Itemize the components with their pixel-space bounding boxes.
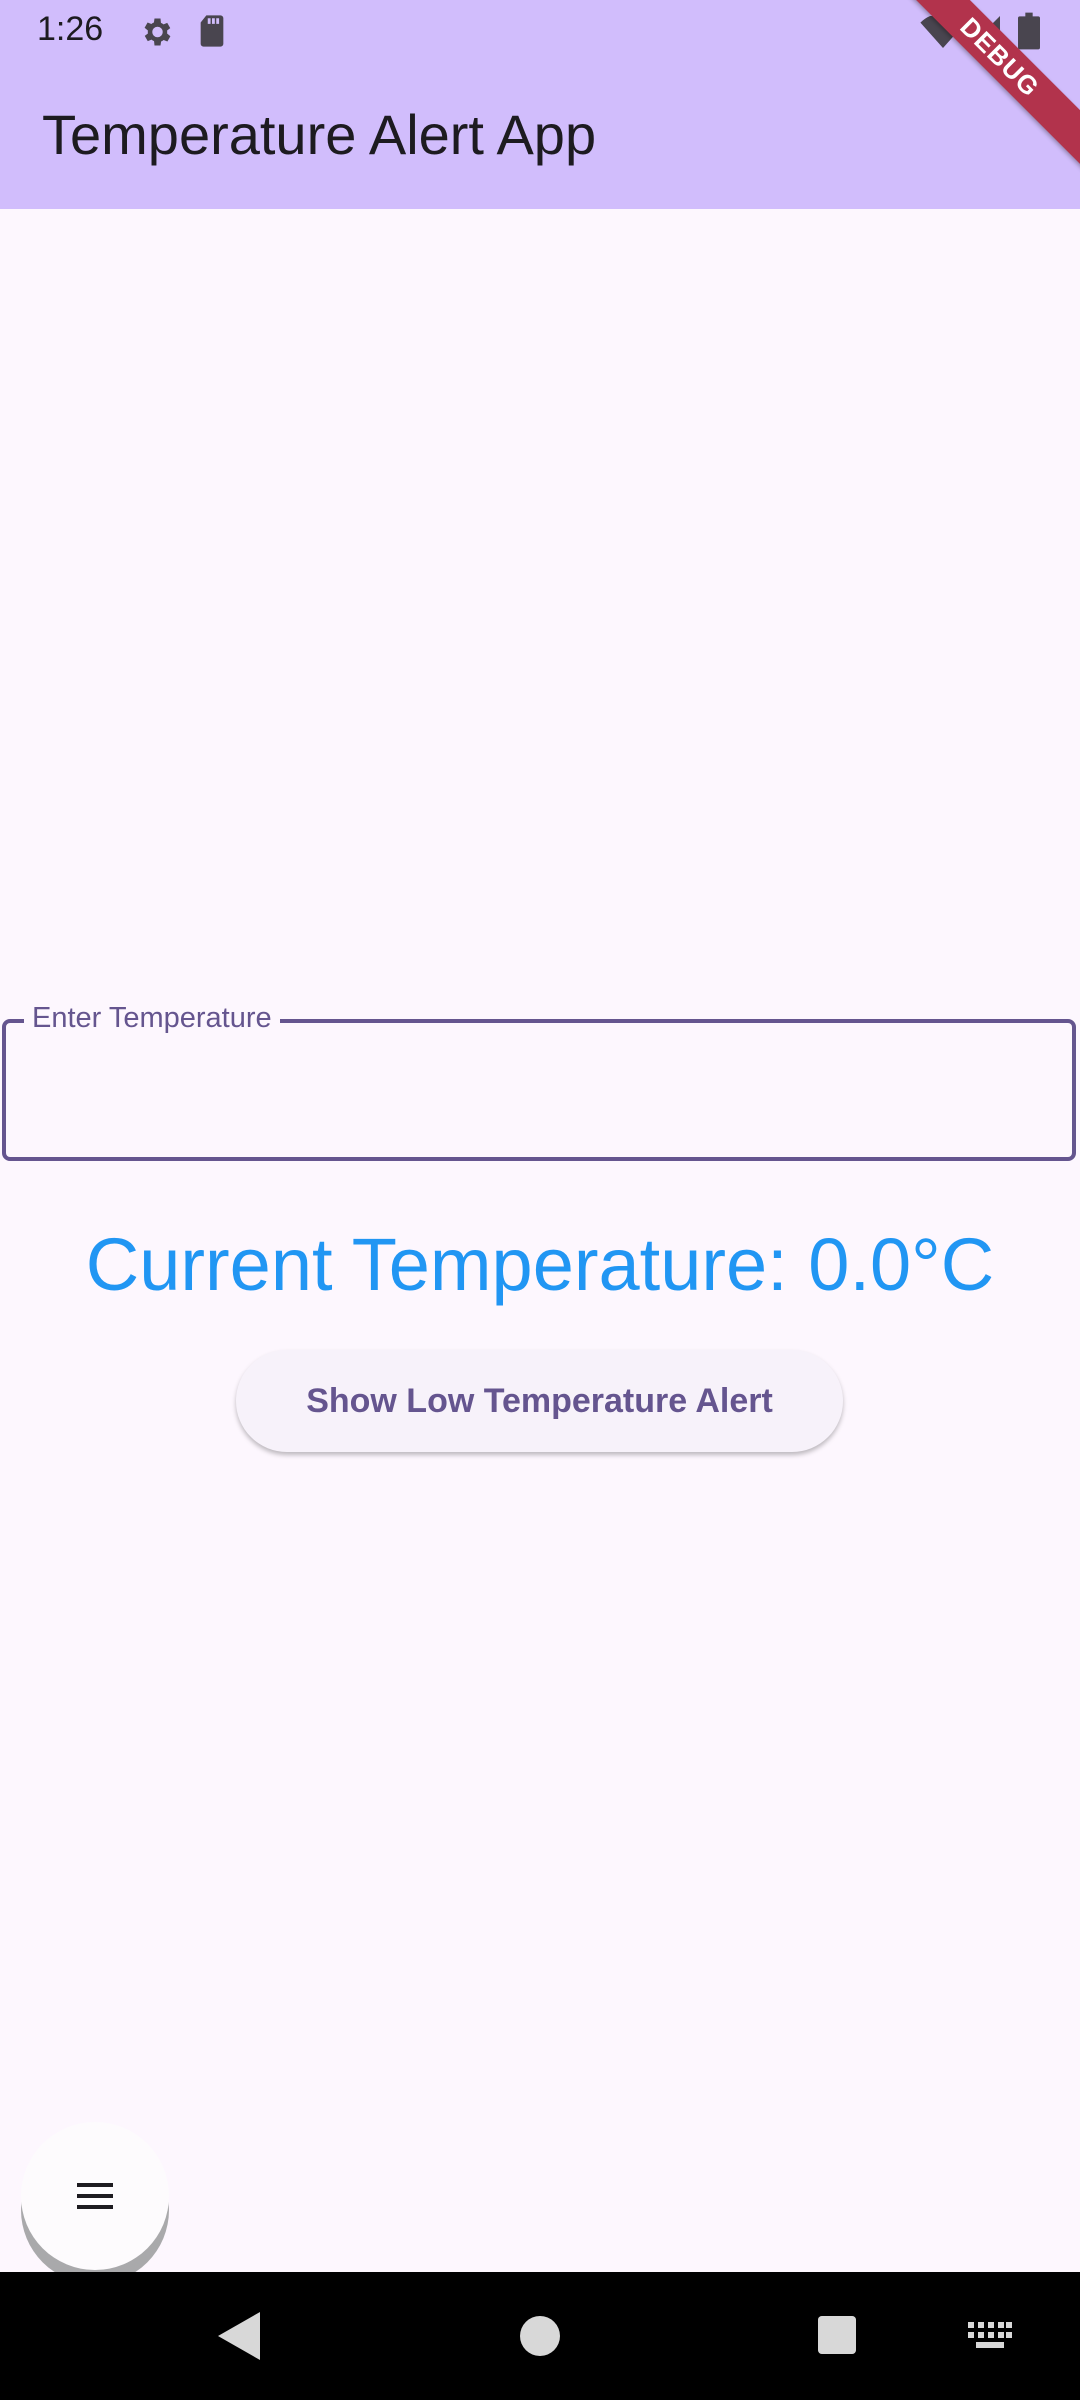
menu-fab[interactable]: [21, 2122, 169, 2270]
home-icon[interactable]: [520, 2316, 560, 2361]
app-title: Temperature Alert App: [42, 103, 597, 166]
app-bar: Temperature Alert App: [0, 63, 1080, 209]
settings-icon: [138, 14, 174, 55]
keyboard-icon[interactable]: [968, 2322, 1012, 2355]
status-time: 1:26: [37, 10, 104, 48]
battery-icon: [1018, 12, 1040, 55]
temperature-field-label: Enter Temperature: [24, 1002, 280, 1035]
show-low-temperature-alert-button[interactable]: Show Low Temperature Alert: [236, 1350, 843, 1452]
navigation-bar: [0, 2272, 1080, 2400]
sd-card-icon: [197, 14, 227, 53]
temperature-input[interactable]: [30, 1055, 1044, 1127]
current-temperature-text: Current Temperature: 0.0°C: [85, 1223, 995, 1306]
recents-icon[interactable]: [818, 2316, 856, 2359]
back-icon[interactable]: [218, 2312, 260, 2365]
status-bar: 1:26: [0, 0, 1080, 63]
menu-icon: [77, 2183, 113, 2209]
